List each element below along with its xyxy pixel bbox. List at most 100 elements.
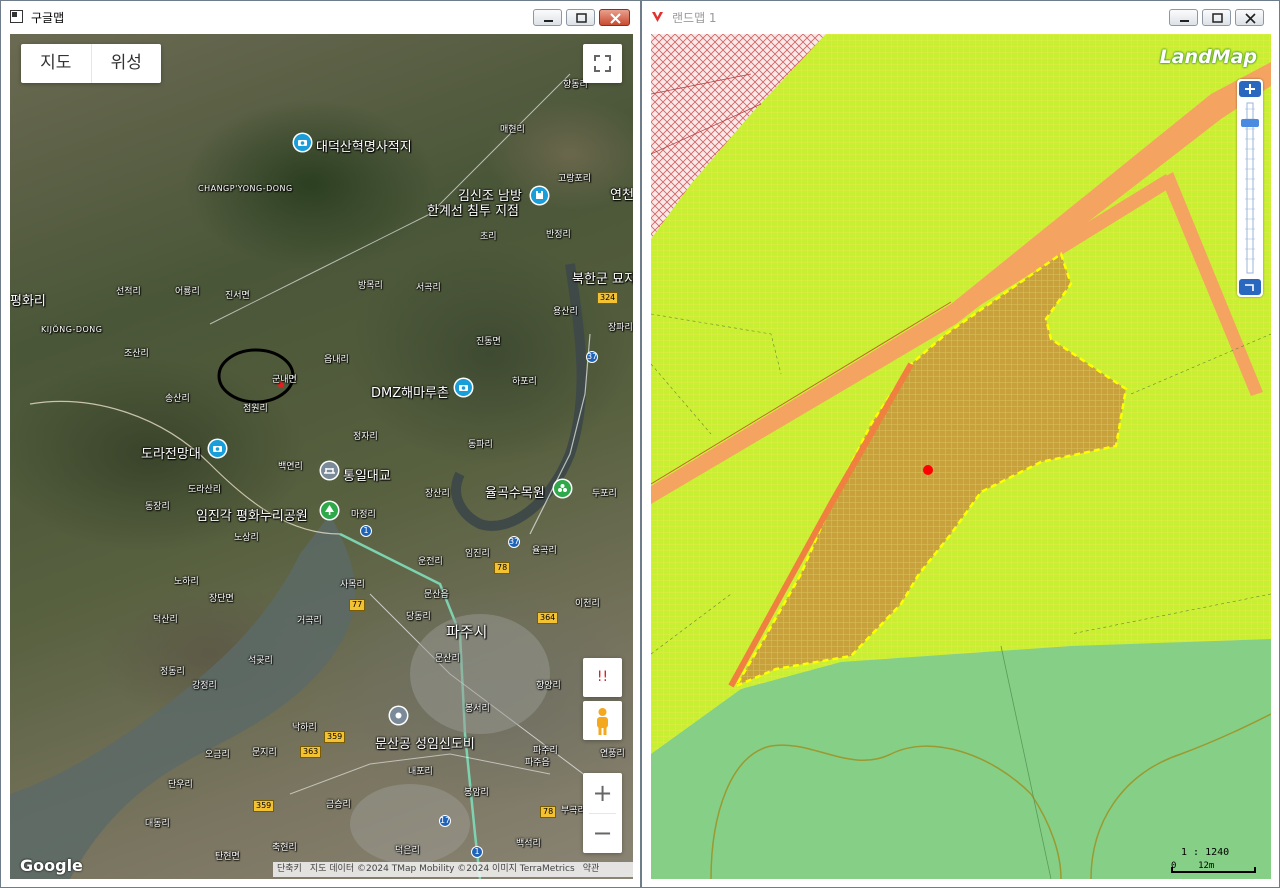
terms-link[interactable]: 약관 xyxy=(579,864,604,874)
street-view-pegman-button[interactable] xyxy=(583,701,622,740)
satellite-map[interactable]: 대덕산혁명사적지 CHANGP'YONG-DONG 김신조 남방 한계선 침투 … xyxy=(10,34,633,879)
location-marker xyxy=(923,465,933,475)
place-label: 이천리 xyxy=(575,599,600,609)
place-label: 북한군 묘지 xyxy=(572,272,633,287)
close-button[interactable] xyxy=(599,9,630,26)
tree-poi-icon[interactable] xyxy=(321,502,338,519)
route-shield: 359 xyxy=(253,800,275,812)
place-label: 내포리 xyxy=(408,767,433,777)
maximize-button[interactable] xyxy=(566,9,595,26)
flower-poi-icon[interactable] xyxy=(554,480,571,497)
place-label: 서곡리 xyxy=(416,283,441,293)
zoom-handle[interactable] xyxy=(1241,119,1259,127)
place-label: 매현리 xyxy=(500,125,525,135)
route-shield: 363 xyxy=(300,746,322,758)
window-title: 랜드맵 1 xyxy=(672,11,717,25)
camera-poi-icon[interactable] xyxy=(294,134,311,151)
place-label: 두포리 xyxy=(592,489,617,499)
titlebar[interactable]: 랜드맵 1 xyxy=(642,1,1279,33)
app-icon xyxy=(10,10,23,23)
place-label: CHANGP'YONG-DONG xyxy=(198,184,293,193)
place-label: 용산리 xyxy=(553,307,578,317)
place-label: DMZ해마루촌 xyxy=(371,386,449,401)
place-label: 송산리 xyxy=(165,394,190,404)
place-label: 동파리 xyxy=(468,440,493,450)
imjin-river xyxy=(10,514,356,879)
landmap-window: 랜드맵 1 LandMap 1: 1240 0 12m xyxy=(641,0,1280,888)
place-label: 노상리 xyxy=(234,533,259,543)
place-label: 오금리 xyxy=(205,750,230,760)
google-logo: Google xyxy=(20,856,83,875)
scale-bar: 0 12m xyxy=(1171,861,1256,873)
map-type-map-button[interactable]: 지도 xyxy=(21,44,91,83)
route-shield: 78 xyxy=(494,562,511,574)
zoom-in-button[interactable]: + xyxy=(583,773,622,813)
minimize-button[interactable] xyxy=(533,9,562,26)
close-button[interactable] xyxy=(1235,9,1264,26)
zoom-out-button[interactable] xyxy=(1239,279,1261,295)
shortcuts-link[interactable]: 단축키 xyxy=(273,864,306,874)
scale-bar-label: 0 12m xyxy=(1171,861,1215,871)
route-shield: 359 xyxy=(324,731,346,743)
place-label: 방목리 xyxy=(358,281,383,291)
route-shield: 78 xyxy=(540,806,557,818)
pin-poi-icon[interactable] xyxy=(390,707,407,724)
pegman-icon xyxy=(597,708,608,735)
cadastral-map[interactable]: LandMap 1 : 1240 0 12m xyxy=(651,34,1271,879)
zoom-out-button[interactable]: − xyxy=(583,813,622,853)
map-attribution: 단축키 지도 데이터 ©2024 TMap Mobility ©2024 이미지 … xyxy=(273,862,633,877)
place-label: 초리 xyxy=(480,232,497,242)
castle-poi-icon[interactable] xyxy=(531,187,548,204)
place-label: 문산읍 xyxy=(424,590,449,600)
bridge-poi-icon[interactable] xyxy=(321,462,338,479)
minimize-button[interactable] xyxy=(1169,9,1198,26)
place-label: 단우리 xyxy=(168,780,193,790)
place-label: 문지리 xyxy=(252,748,277,758)
place-label: 운전리 xyxy=(418,557,443,567)
fullscreen-icon xyxy=(594,55,611,72)
place-label: 읍내리 xyxy=(324,355,349,365)
place-label: 정동리 xyxy=(160,667,185,677)
place-label: 한계선 침투 지점 xyxy=(427,204,519,219)
place-label: 봉서리 xyxy=(465,704,490,714)
place-label: 봉암리 xyxy=(464,788,489,798)
route-shield: 17 xyxy=(439,815,451,827)
zoom-slider[interactable] xyxy=(1237,79,1263,297)
place-label: 석곶리 xyxy=(248,656,273,666)
camera-poi-icon[interactable] xyxy=(455,379,472,396)
route-shield: 37 xyxy=(508,536,520,548)
place-label: 장산리 xyxy=(425,489,450,499)
place-label: 강정리 xyxy=(192,681,217,691)
place-label: 진서면 xyxy=(225,291,250,301)
alert-button[interactable]: !! xyxy=(583,658,622,697)
land-features xyxy=(651,34,1271,879)
place-label: 파주읍 xyxy=(525,758,550,768)
place-label: 어룡리 xyxy=(175,287,200,297)
place-label: 율곡수목원 xyxy=(485,486,545,501)
place-label: 선적리 xyxy=(116,287,141,297)
place-label: 대동리 xyxy=(145,819,170,829)
place-label: 반정리 xyxy=(546,230,571,240)
zoom-control: + − xyxy=(583,773,622,853)
titlebar[interactable]: 구글맵 xyxy=(1,1,640,33)
place-label: 향양리 xyxy=(536,681,561,691)
landmap-app-icon xyxy=(652,12,663,22)
place-label: 연천 xyxy=(610,188,633,203)
place-label: KIJŎNG-DONG xyxy=(41,325,103,334)
place-label: 연풍리 xyxy=(600,749,625,759)
place-label: 장파리 xyxy=(608,323,633,333)
place-label: 율곡리 xyxy=(532,546,557,556)
place-label: 평화리 xyxy=(10,294,46,309)
map-type-control: 지도 위성 xyxy=(21,44,161,83)
route-shield: 364 xyxy=(537,612,559,624)
place-label: 파주시 xyxy=(446,623,488,641)
place-label: 진동면 xyxy=(476,337,501,347)
place-label: 도라산리 xyxy=(188,485,222,495)
maximize-button[interactable] xyxy=(1202,9,1231,26)
route-shield: 77 xyxy=(349,599,366,611)
place-label: 당동리 xyxy=(406,612,431,622)
fullscreen-button[interactable] xyxy=(583,44,622,83)
map-type-satellite-button[interactable]: 위성 xyxy=(90,44,162,83)
place-label: 덕산리 xyxy=(153,615,178,625)
camera-poi-icon[interactable] xyxy=(209,440,226,457)
